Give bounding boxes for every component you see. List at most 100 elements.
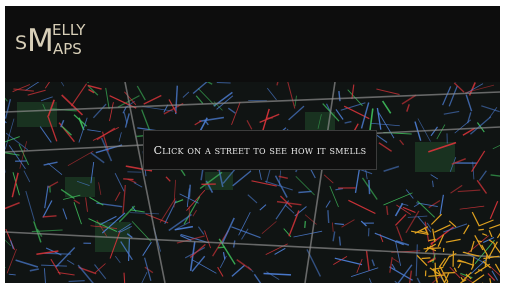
street-segment[interactable] [25, 190, 35, 222]
street-segment[interactable] [376, 88, 400, 95]
street-segment[interactable] [399, 139, 405, 146]
street-segment[interactable] [470, 240, 475, 253]
street-segment[interactable] [476, 179, 488, 194]
street-segment[interactable] [368, 179, 371, 195]
street-segment[interactable] [392, 258, 400, 263]
street-segment[interactable] [341, 219, 355, 228]
street-segment[interactable] [488, 241, 498, 258]
street-segment[interactable] [465, 94, 473, 112]
street-segment[interactable] [217, 266, 224, 277]
street-segment[interactable] [192, 209, 198, 217]
street-segment[interactable] [188, 206, 190, 224]
street-segment[interactable] [471, 274, 485, 283]
street-segment[interactable] [118, 132, 122, 142]
street-segment[interactable] [197, 226, 205, 235]
street-segment[interactable] [332, 231, 336, 242]
street-segment[interactable] [396, 226, 403, 242]
street-segment[interactable] [174, 85, 179, 115]
smelly-maps-logo[interactable]: S M ELLY APS [15, 20, 135, 70]
street-segment[interactable] [436, 124, 446, 140]
street-segment[interactable] [453, 267, 457, 273]
street-segment[interactable] [448, 85, 458, 107]
street-segment[interactable] [481, 105, 500, 113]
street-segment[interactable] [293, 230, 323, 238]
street-segment[interactable] [350, 267, 379, 277]
street-segment[interactable] [474, 263, 491, 275]
street-segment[interactable] [443, 110, 460, 115]
street-segment[interactable] [464, 84, 495, 94]
street-segment[interactable] [471, 150, 486, 173]
street-segment[interactable] [439, 194, 444, 215]
street-segment[interactable] [44, 185, 49, 209]
street-segment[interactable] [478, 228, 484, 231]
street-segment[interactable] [263, 272, 292, 276]
street-segment[interactable] [428, 274, 446, 277]
street-segment[interactable] [114, 255, 121, 264]
street-segment[interactable] [73, 199, 81, 205]
street-segment[interactable] [457, 263, 462, 269]
street-segment[interactable] [261, 221, 277, 234]
street-segment[interactable] [189, 243, 206, 259]
street-segment[interactable] [445, 238, 461, 243]
street-segment[interactable] [471, 211, 480, 226]
street-segment[interactable] [232, 170, 252, 187]
street-segment[interactable] [5, 99, 12, 119]
street-segment[interactable] [105, 87, 110, 109]
street-segment[interactable] [217, 246, 225, 249]
street-segment[interactable] [463, 224, 470, 235]
street-segment[interactable] [123, 272, 126, 283]
street-segment[interactable] [335, 187, 344, 191]
street-segment[interactable] [259, 204, 267, 211]
street-segment[interactable] [459, 205, 485, 210]
street-segment[interactable] [114, 172, 125, 192]
street-segment[interactable] [42, 215, 57, 218]
street-segment[interactable] [489, 200, 499, 220]
street-segment[interactable] [413, 202, 421, 208]
street-segment[interactable] [354, 168, 361, 194]
street-segment[interactable] [89, 196, 104, 206]
street-segment[interactable] [189, 82, 213, 85]
street-segment[interactable] [73, 202, 82, 225]
street-segment[interactable] [469, 116, 492, 135]
street-segment[interactable] [381, 100, 392, 114]
street-segment[interactable] [489, 278, 492, 283]
street-segment[interactable] [114, 191, 121, 201]
street-segment[interactable] [96, 127, 116, 141]
street-segment[interactable] [6, 248, 17, 274]
street-segment[interactable] [5, 132, 29, 151]
street-segment[interactable] [338, 236, 342, 246]
street-segment[interactable] [383, 165, 400, 172]
street-segment[interactable] [408, 270, 413, 283]
street-segment[interactable] [460, 277, 464, 282]
street-segment[interactable] [144, 257, 152, 281]
street-segment[interactable] [29, 268, 39, 272]
street-segment[interactable] [11, 172, 19, 198]
street-segment[interactable] [437, 269, 446, 284]
street-segment[interactable] [221, 217, 235, 245]
street-segment[interactable] [136, 85, 146, 101]
street-segment[interactable] [15, 259, 39, 268]
street-segment[interactable] [200, 169, 204, 181]
street-segment[interactable] [378, 142, 392, 152]
street-segment[interactable] [348, 199, 376, 215]
street-segment[interactable] [430, 126, 438, 137]
street-segment[interactable] [5, 82, 8, 102]
street-segment[interactable] [430, 174, 439, 180]
street-segment[interactable] [284, 204, 295, 214]
street-segment[interactable] [274, 175, 288, 198]
main-road[interactable] [5, 231, 500, 258]
street-segment[interactable] [109, 102, 114, 122]
street-segment[interactable] [55, 247, 76, 268]
street-segment[interactable] [42, 200, 53, 218]
street-segment[interactable] [194, 120, 202, 126]
street-segment[interactable] [298, 190, 312, 194]
street-map[interactable] [5, 82, 500, 283]
street-segment[interactable] [386, 206, 389, 215]
street-segment[interactable] [5, 118, 15, 150]
street-segment[interactable] [492, 142, 500, 150]
street-segment[interactable] [417, 200, 436, 218]
street-segment[interactable] [438, 257, 446, 268]
street-segment[interactable] [68, 279, 85, 283]
street-segment[interactable] [394, 280, 409, 283]
street-segment[interactable] [43, 268, 46, 283]
